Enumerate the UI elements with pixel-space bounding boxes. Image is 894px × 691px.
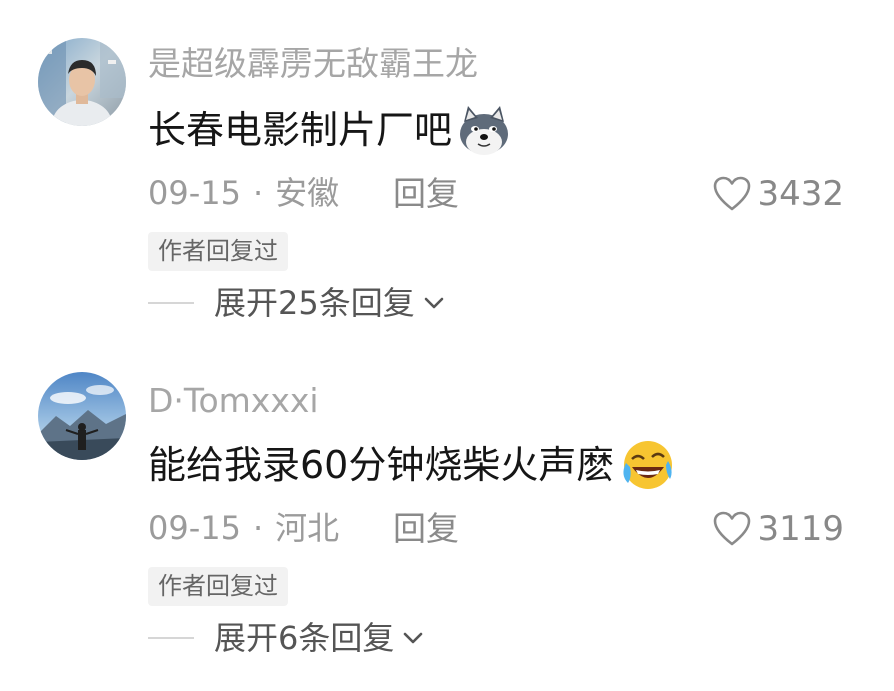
like-button[interactable]: 3119 xyxy=(713,511,844,547)
reply-button[interactable]: 回复 xyxy=(393,512,459,545)
meta-separator: · xyxy=(252,509,264,547)
expand-replies-label: 展开6条回复 xyxy=(214,619,395,657)
comment-text: 能给我录60分钟烧柴火声麽 xyxy=(148,437,674,493)
comment-text-label: 能给我录60分钟烧柴火声麽 xyxy=(148,443,615,487)
author-replied-badge: 作者回复过 xyxy=(148,567,288,606)
username[interactable]: D·Tomxxxi xyxy=(148,384,319,417)
like-count: 3119 xyxy=(757,509,844,549)
avatar[interactable] xyxy=(38,372,126,460)
comment-item: D·Tomxxxi 能给我录60分钟烧柴火声麽 09-15 · 河北 回复 3119… xyxy=(0,0,894,691)
comment-location: 河北 xyxy=(275,509,340,547)
expand-replies-button[interactable]: 展开6条回复 xyxy=(148,622,424,654)
chevron-down-icon xyxy=(404,632,423,644)
laughing-crying-emoji-icon xyxy=(618,437,674,493)
comment-meta: 09-15 · 河北 xyxy=(148,512,339,544)
divider xyxy=(148,637,194,639)
comment-date: 09-15 xyxy=(148,509,241,547)
heart-icon xyxy=(714,511,751,546)
